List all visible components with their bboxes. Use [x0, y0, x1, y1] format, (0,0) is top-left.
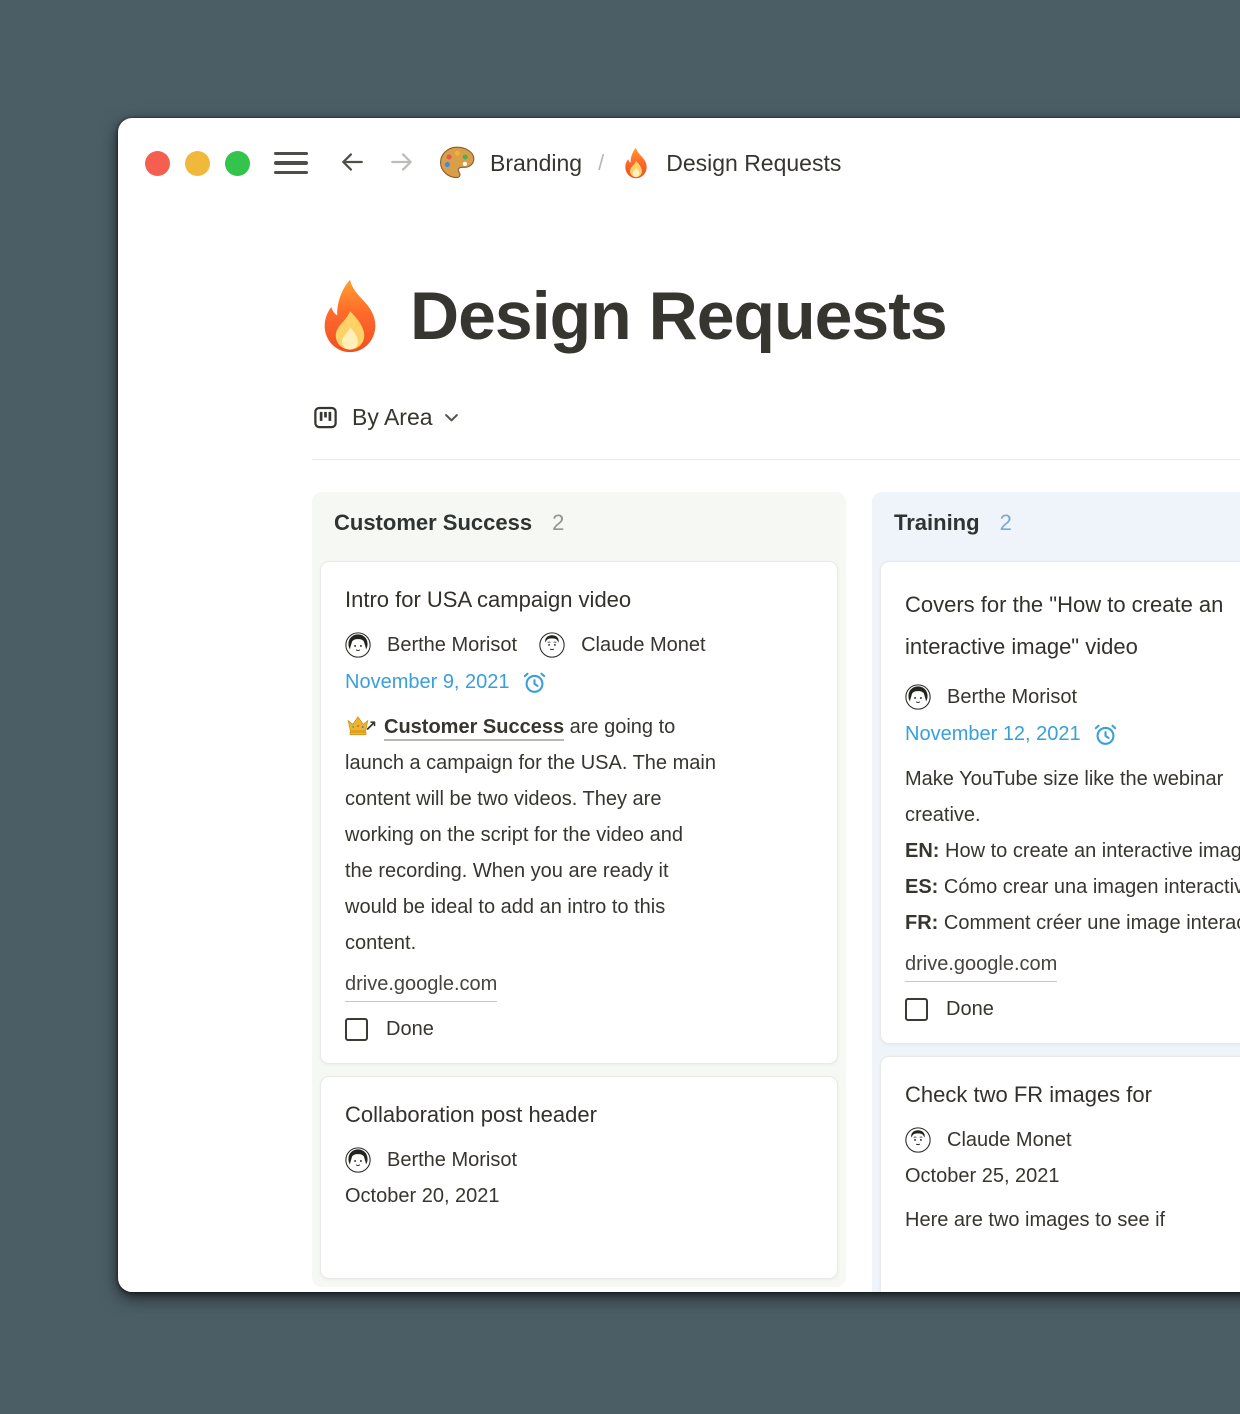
description-text: ES: Cómo crear una imagen interactiva [905, 876, 1240, 898]
person-name: Berthe Morisot [387, 633, 518, 656]
drive-link[interactable]: drive.google.com [345, 969, 498, 1002]
person-name: Berthe Morisot [387, 1148, 518, 1171]
page-title: Design Requests [410, 278, 948, 354]
link-arrow-icon: ↗ [364, 718, 377, 735]
card-intro-usa-campaign[interactable]: Intro for USA campaign video Berthe Mori… [320, 561, 838, 1064]
person-chip: Claude Monet [905, 1127, 1072, 1153]
checkbox-label: Done [946, 998, 994, 1020]
card-people: Berthe Morisot Claude Monet [345, 632, 813, 658]
date-text: October 20, 2021 [345, 1185, 500, 1207]
fire-icon [620, 147, 652, 179]
checkbox-label: Done [386, 1018, 434, 1040]
card-description: Make YouTube size like the webinar creat… [905, 761, 1240, 941]
drive-link[interactable]: drive.google.com [905, 949, 1058, 982]
card-collaboration-post-header[interactable]: Collaboration post header Berthe Morisot… [320, 1076, 838, 1279]
card-description: Here are two images to see if [905, 1202, 1240, 1238]
zoom-button[interactable] [225, 150, 250, 176]
date-text: November 12, 2021 [905, 723, 1081, 745]
board-column-customer-success: Customer Success 2 Intro for USA campaig… [312, 492, 846, 1287]
breadcrumb-label: Design Requests [666, 149, 842, 176]
description-text: content. [345, 932, 417, 954]
page-mention-customer-success[interactable]: Customer Success [384, 716, 565, 741]
description-text: EN: How to create an interactive image [905, 840, 1240, 862]
description-text: are going to [564, 716, 676, 738]
card-date: November 9, 2021 [345, 670, 813, 695]
kanban-board: Customer Success 2 Intro for USA campaig… [312, 492, 1240, 1292]
description-text: Here are two images to see if [905, 1209, 1166, 1231]
card-check-two-fr-images[interactable]: Check two FR images for Claude Monet Oct… [880, 1056, 1240, 1292]
breadcrumb-item-design-requests[interactable]: Design Requests [620, 147, 841, 179]
card-people: Claude Monet [905, 1127, 1240, 1153]
card-title: Collaboration post header [345, 1102, 597, 1127]
breadcrumb: Branding / Design Requests [438, 144, 841, 182]
done-checkbox[interactable] [905, 998, 928, 1021]
person-name: Berthe Morisot [947, 685, 1078, 708]
description-text: Make YouTube size like the webinar [905, 768, 1224, 790]
board-view-icon [312, 404, 339, 431]
berthe-morisot-avatar [905, 684, 931, 710]
card-title: Covers for the "How to create an interac… [905, 592, 1224, 659]
description-text: content will be two videos. They are [345, 788, 662, 810]
alarm-clock-icon [1093, 722, 1118, 747]
alarm-clock-icon [522, 670, 547, 695]
view-switcher-label: By Area [352, 404, 433, 430]
forward-icon[interactable] [386, 149, 418, 177]
card-title: Check two FR images for [905, 1082, 1152, 1107]
description-text: creative. [905, 804, 981, 826]
column-name: Customer Success [334, 510, 533, 535]
card-date: October 20, 2021 [345, 1185, 813, 1208]
card-date: November 12, 2021 [905, 722, 1240, 747]
card-people: Berthe Morisot [905, 684, 1240, 710]
card-covers-how-to-create[interactable]: Covers for the "How to create an interac… [880, 561, 1240, 1044]
view-switcher-by-area[interactable]: By Area [312, 404, 461, 431]
person-chip: Claude Monet [539, 632, 706, 658]
description-text: launch a campaign for the USA. The main [345, 752, 716, 774]
todo-row: Done [905, 998, 1240, 1021]
breadcrumb-label: Branding [490, 149, 583, 176]
card-date: October 25, 2021 [905, 1165, 1240, 1188]
description-text: would be ideal to add an intro to this [345, 896, 666, 918]
breadcrumb-separator: / [598, 150, 605, 175]
person-chip: Berthe Morisot [905, 684, 1077, 710]
card-people: Berthe Morisot [345, 1147, 813, 1173]
description-text: FR: Comment créer une image interactive [905, 912, 1240, 934]
claude-monet-avatar [539, 632, 565, 658]
menu-icon[interactable] [274, 151, 308, 176]
card-description: ↗ Customer Success are going to launch a… [345, 709, 813, 961]
claude-monet-avatar [905, 1127, 931, 1153]
fire-icon [312, 278, 388, 354]
minimize-button[interactable] [185, 150, 210, 176]
close-button[interactable] [145, 150, 170, 176]
berthe-morisot-avatar [345, 1147, 371, 1173]
date-text: November 9, 2021 [345, 671, 510, 693]
crown-icon: ↗ [345, 712, 377, 738]
column-header: Customer Success 2 [320, 500, 838, 552]
column-name: Training [894, 510, 980, 535]
card-title: Intro for USA campaign video [345, 587, 632, 612]
person-chip: Berthe Morisot [345, 1147, 517, 1173]
person-name: Claude Monet [581, 633, 706, 656]
divider [312, 459, 1240, 460]
chevron-down-icon [442, 408, 461, 427]
palette-icon [438, 144, 476, 182]
person-chip: Berthe Morisot [345, 632, 517, 658]
date-text: October 25, 2021 [905, 1165, 1060, 1187]
board-column-training: Training 2 Covers for the "How to create… [872, 492, 1240, 1292]
window-titlebar: Branding / Design Requests [118, 118, 1240, 179]
column-count: 2 [552, 510, 565, 535]
person-name: Claude Monet [947, 1128, 1072, 1151]
todo-row: Done [345, 1018, 813, 1041]
column-header: Training 2 [880, 500, 1240, 552]
description-text: working on the script for the video and [345, 824, 683, 846]
breadcrumb-item-branding[interactable]: Branding [438, 144, 582, 182]
description-text: the recording. When you are ready it [345, 860, 669, 882]
column-count: 2 [999, 510, 1012, 535]
back-icon[interactable] [336, 149, 368, 177]
app-window: Branding / Design Requests Design Reques… [118, 118, 1240, 1292]
done-checkbox[interactable] [345, 1018, 368, 1041]
berthe-morisot-avatar [345, 632, 371, 658]
